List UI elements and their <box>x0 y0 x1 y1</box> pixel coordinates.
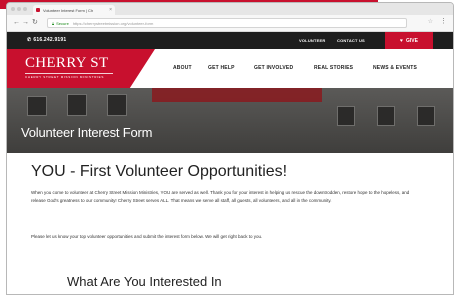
form-heading: What Are You Interested In <box>67 274 222 289</box>
url-text: https://cherrystreetmission.org/voluntee… <box>72 20 154 26</box>
lock-icon: 🔒︎ <box>52 20 55 26</box>
browser-window: Volunteer Interest Form | Ch × ← → ↻ 🔒︎ … <box>6 2 454 295</box>
hero-window <box>417 106 435 126</box>
site-topbar: ✆ 616.242.9191 VOLUNTEER CONTACT US ♥ GIV… <box>7 32 453 49</box>
section-heading: YOU - First Volunteer Opportunities! <box>31 163 288 180</box>
instructions-paragraph: Please let us know your top volunteer op… <box>31 234 263 239</box>
close-icon[interactable]: × <box>109 7 112 13</box>
bookmark-star-icon[interactable]: ☆ <box>428 18 433 25</box>
address-bar[interactable]: 🔒︎ Secure https://cherrystreetmission.or… <box>47 18 407 28</box>
tab-strip: Volunteer Interest Form | Ch × <box>7 3 453 15</box>
page-title: Volunteer Interest Form <box>21 125 153 140</box>
hero-window <box>67 94 87 116</box>
nav-item-about[interactable]: ABOUT <box>173 65 192 71</box>
nav-item-get-help[interactable]: GET HELP <box>208 65 235 71</box>
intro-paragraph: When you come to volunteer at Cherry Str… <box>31 190 410 203</box>
menu-icon[interactable]: ⋮ <box>440 17 447 25</box>
hero-banner: Volunteer Interest Form <box>7 88 453 153</box>
hero-window <box>107 94 127 116</box>
hero-window <box>337 106 355 126</box>
forward-icon[interactable]: → <box>22 18 29 27</box>
browser-toolbar: ← → ↻ 🔒︎ Secure https://cherrystreetmiss… <box>7 15 453 32</box>
phone-number[interactable]: ✆ 616.242.9191 <box>27 37 66 43</box>
nav-item-get-involved[interactable]: GET INVOLVED <box>254 65 293 71</box>
heart-icon: ♥ <box>400 37 403 44</box>
topbar-link-volunteer[interactable]: VOLUNTEER <box>299 38 325 43</box>
window-controls[interactable] <box>11 7 27 11</box>
phone-icon: ✆ <box>27 37 32 43</box>
logo-tagline: CHERRY STREET MISSION MINISTRIES <box>25 73 113 79</box>
back-icon[interactable]: ← <box>13 18 20 27</box>
logo[interactable]: CHERRY ST <box>25 56 108 71</box>
tab-title: Volunteer Interest Form | Ch <box>43 7 94 13</box>
favicon-icon <box>36 8 40 12</box>
hero-window <box>27 96 47 116</box>
reload-icon[interactable]: ↻ <box>32 18 38 27</box>
hero-awning <box>152 88 322 102</box>
give-button[interactable]: ♥ GIVE <box>385 32 433 49</box>
browser-tab[interactable]: Volunteer Interest Form | Ch × <box>33 5 115 15</box>
secure-label: Secure <box>56 20 69 26</box>
site-header: CHERRY ST CHERRY STREET MISSION MINISTRI… <box>7 49 453 88</box>
hero-window <box>377 106 395 126</box>
nav-item-news-events[interactable]: NEWS & EVENTS <box>373 65 417 71</box>
topbar-link-contact[interactable]: CONTACT US <box>337 38 365 43</box>
nav-item-real-stories[interactable]: REAL STORIES <box>314 65 353 71</box>
